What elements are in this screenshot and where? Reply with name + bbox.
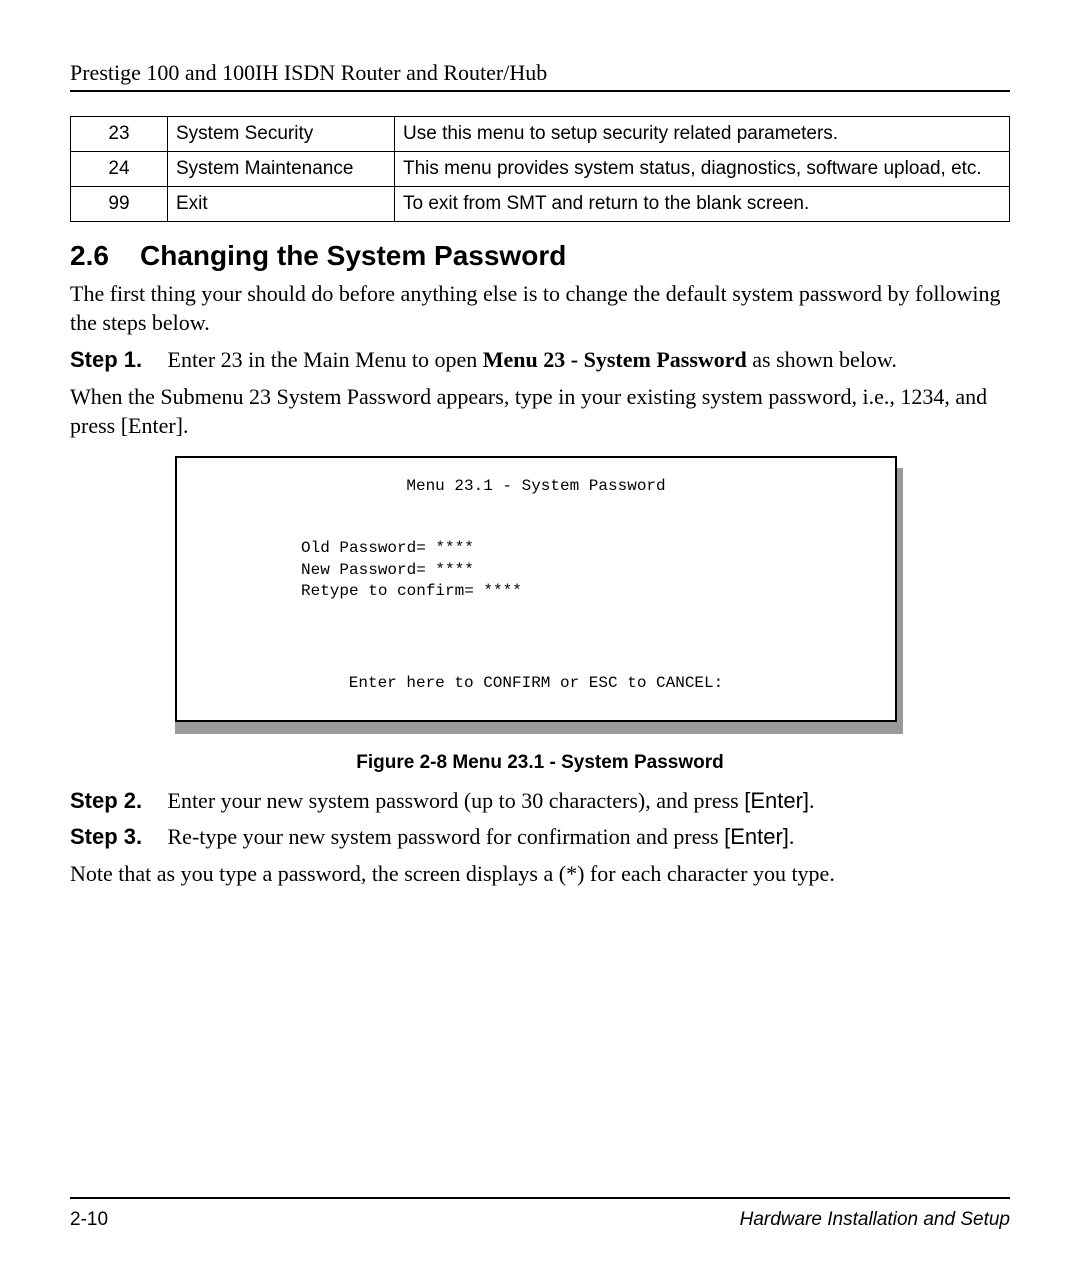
step-1: Step 1. Enter 23 in the Main Menu to ope… [70,347,1010,373]
figure-caption: Figure 2-8 Menu 23.1 - System Password [70,752,1010,774]
submenu-paragraph: When the Submenu 23 System Password appe… [70,383,1010,440]
section-title: Changing the System Password [140,240,566,271]
step-label: Step 3. [70,824,162,850]
note-paragraph: Note that as you type a password, the sc… [70,860,1010,889]
terminal-shadow: Menu 23.1 - System Password Old Password… [175,468,903,734]
step-label: Step 2. [70,788,162,814]
step-3: Step 3. Re-type your new system password… [70,824,1010,850]
step-2: Step 2. Enter your new system password (… [70,788,1010,814]
step-text: Enter your new system password (up to 30… [168,788,745,813]
terminal-fields: Old Password= **** New Password= **** Re… [301,538,871,603]
table-row: 23 System Security Use this menu to setu… [71,117,1010,152]
step-text: . [789,824,795,849]
enter-key: [Enter] [744,788,809,813]
terminal-figure: Menu 23.1 - System Password Old Password… [175,468,905,734]
menu-number: 24 [71,152,168,187]
section-number: 2.6 [70,240,140,272]
step-bold: Menu 23 - System Password [483,347,747,372]
terminal-title: Menu 23.1 - System Password [201,476,871,498]
step-text: Enter 23 in the Main Menu to open [168,347,483,372]
page-number: 2-10 [70,1209,108,1231]
menu-name: System Maintenance [168,152,395,187]
menu-desc: Use this menu to setup security related … [395,117,1010,152]
terminal-line: Old Password= **** [301,538,871,560]
terminal-box: Menu 23.1 - System Password Old Password… [175,456,897,722]
step-text: Re-type your new system password for con… [168,824,725,849]
step-text: as shown below. [747,347,897,372]
table-row: 99 Exit To exit from SMT and return to t… [71,187,1010,222]
menu-name: System Security [168,117,395,152]
menu-desc: This menu provides system status, diagno… [395,152,1010,187]
section-heading: 2.6Changing the System Password [70,240,1010,272]
menu-desc: To exit from SMT and return to the blank… [395,187,1010,222]
terminal-line: New Password= **** [301,560,871,582]
page: Prestige 100 and 100IH ISDN Router and R… [0,0,1080,1281]
footer-section: Hardware Installation and Setup [740,1209,1010,1231]
page-footer: 2-10 Hardware Installation and Setup [70,1197,1010,1231]
menu-number: 23 [71,117,168,152]
terminal-line: Retype to confirm= **** [301,581,871,603]
menu-number: 99 [71,187,168,222]
enter-key: [Enter] [724,824,789,849]
page-header: Prestige 100 and 100IH ISDN Router and R… [70,60,1010,92]
menu-table: 23 System Security Use this menu to setu… [70,116,1010,222]
terminal-footer: Enter here to CONFIRM or ESC to CANCEL: [201,673,871,695]
step-text: . [809,788,815,813]
menu-name: Exit [168,187,395,222]
step-label: Step 1. [70,347,162,373]
intro-paragraph: The first thing your should do before an… [70,280,1010,337]
table-row: 24 System Maintenance This menu provides… [71,152,1010,187]
